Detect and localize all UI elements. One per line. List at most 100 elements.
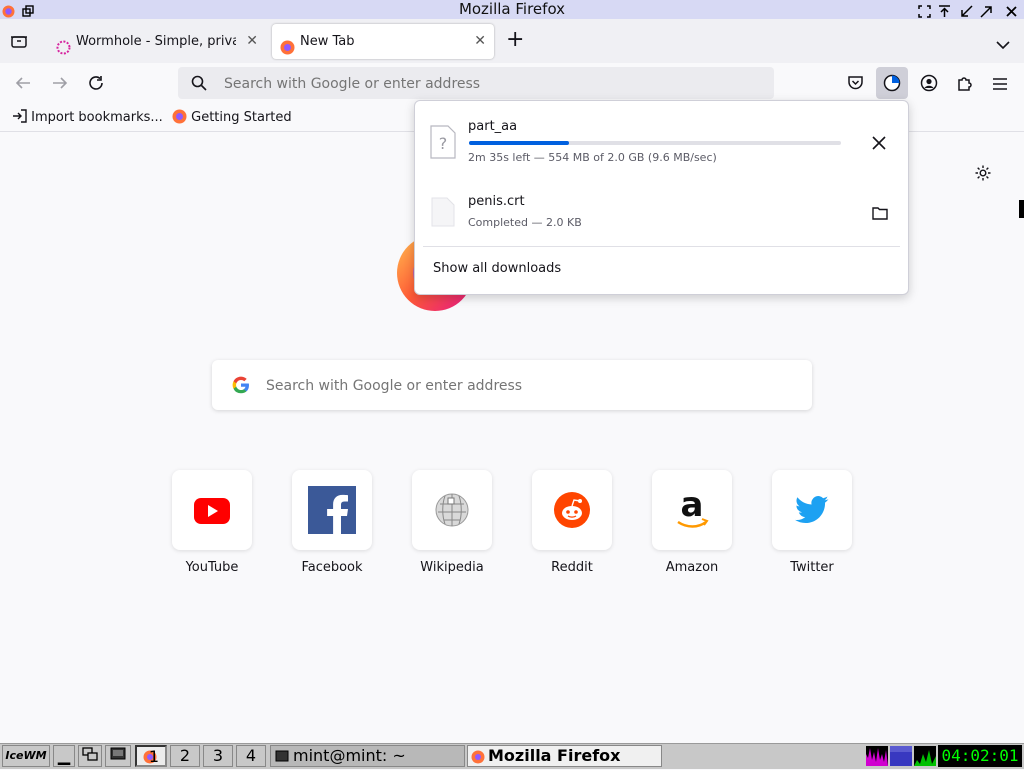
firefox-taskbar-icon (471, 749, 485, 769)
file-icon (431, 197, 455, 231)
svg-text:a: a (681, 488, 704, 525)
top-site-label: Amazon (665, 560, 719, 575)
top-site-youtube[interactable] (172, 470, 252, 550)
youtube-icon (194, 498, 230, 528)
download-item-penis-crt[interactable]: penis.crt Completed — 2.0 KB (421, 181, 901, 243)
tab-label: New Tab (300, 34, 355, 49)
tab-wormhole[interactable]: Wormhole - Simple, privat ✕ (48, 24, 266, 59)
show-all-downloads-button[interactable]: Show all downloads (433, 261, 561, 276)
downloads-progress-icon (883, 74, 901, 96)
settings-gear-icon[interactable] (974, 164, 992, 186)
panel-divider (423, 246, 900, 247)
url-bar[interactable] (178, 67, 774, 99)
download-filename: penis.crt (468, 194, 525, 209)
twitter-icon (795, 495, 829, 529)
top-site-label: YouTube (185, 560, 239, 575)
window-list-icon (82, 746, 98, 765)
top-site-facebook[interactable] (292, 470, 372, 550)
import-bookmarks-label: Import bookmarks... (31, 110, 163, 125)
facebook-icon (308, 486, 356, 538)
amazon-icon: a (672, 485, 712, 536)
cancel-download-icon[interactable] (872, 135, 886, 154)
raise-window-icon[interactable] (938, 3, 951, 17)
window-titlebar: Mozilla Firefox (0, 0, 1024, 19)
import-icon (12, 109, 31, 127)
top-site-amazon[interactable]: a (652, 470, 732, 550)
download-filename: part_aa (468, 119, 518, 134)
clock: 04:02:01 (938, 745, 1022, 767)
top-site-wikipedia[interactable] (412, 470, 492, 550)
menu-hamburger-icon[interactable] (992, 76, 1008, 95)
forward-arrow-icon[interactable] (51, 74, 69, 96)
downloads-button[interactable] (876, 67, 908, 99)
task-firefox[interactable]: Mozilla Firefox (467, 745, 662, 767)
task-label: Mozilla Firefox (488, 746, 621, 765)
workspace-3-button[interactable]: 3 (203, 745, 233, 767)
wikipedia-icon (434, 492, 470, 532)
open-folder-icon[interactable] (872, 205, 888, 224)
tab-close-icon[interactable]: ✕ (246, 24, 258, 59)
text-cursor (1019, 200, 1024, 218)
network-monitor-graph (914, 746, 936, 766)
terminal-icon (110, 746, 126, 765)
memory-monitor-graph (890, 746, 912, 766)
task-terminal[interactable]: mint@mint: ~ (270, 745, 465, 767)
import-bookmarks-item[interactable]: Import bookmarks... (12, 109, 163, 127)
workspace-label: 2 (179, 746, 191, 765)
terminal-icon (275, 749, 289, 769)
window-title: Mozilla Firefox (458, 0, 566, 18)
getting-started-label: Getting Started (191, 110, 292, 125)
close-window-icon[interactable] (1005, 3, 1018, 17)
download-progress-fill (469, 141, 570, 145)
download-item-part-aa[interactable]: ? part_aa 2m 35s left — 554 MB of 2.0 GB… (421, 109, 901, 179)
account-icon[interactable] (920, 74, 938, 96)
top-site-label: Reddit (551, 560, 593, 575)
show-desktop-button[interactable]: ▁ (53, 745, 75, 767)
start-menu-button[interactable]: IceWM (2, 745, 50, 767)
terminal-launcher-button[interactable] (105, 745, 131, 767)
new-tab-plus-icon[interactable]: + (506, 29, 524, 51)
reload-icon[interactable] (87, 74, 105, 96)
download-progress-bar (469, 141, 841, 145)
task-label: mint@mint: ~ (293, 746, 406, 765)
top-site-twitter[interactable] (772, 470, 852, 550)
firefox-favicon-icon (172, 109, 191, 128)
top-site-label: Facebook (301, 560, 363, 575)
maximize-window-icon[interactable] (980, 3, 993, 18)
download-status: Completed — 2.0 KB (468, 216, 582, 229)
url-input[interactable] (222, 73, 746, 95)
workspace-4-button[interactable]: 4 (236, 745, 266, 767)
back-arrow-icon[interactable] (14, 74, 32, 96)
search-icon (191, 75, 207, 95)
top-site-reddit[interactable] (532, 470, 612, 550)
google-g-icon (231, 375, 251, 399)
minimize-window-icon[interactable] (960, 3, 973, 17)
getting-started-bookmark[interactable]: Getting Started (172, 109, 292, 128)
fullscreen-icon[interactable] (918, 3, 931, 18)
workspace-label: 3 (212, 746, 224, 765)
top-site-label: Wikipedia (420, 560, 484, 575)
tab-new-tab[interactable]: New Tab ✕ (272, 24, 494, 59)
downloads-panel: ? part_aa 2m 35s left — 554 MB of 2.0 GB… (414, 100, 909, 295)
minimize-all-icon: ▁ (57, 746, 71, 765)
workspace-1-button[interactable]: 1 (135, 745, 167, 767)
newtab-search-input[interactable] (264, 375, 788, 397)
workspace-label: 1 (148, 747, 160, 766)
workspace-label: 4 (245, 746, 257, 765)
workspace-2-button[interactable]: 2 (170, 745, 200, 767)
reddit-icon (554, 492, 590, 532)
taskbar: IceWM ▁ 1 2 3 4 mint@mint: ~ Mozilla Fir… (0, 743, 1024, 770)
pocket-icon[interactable] (847, 74, 864, 95)
top-site-label: Twitter (790, 560, 834, 575)
tab-close-icon[interactable]: ✕ (474, 24, 486, 59)
download-status: 2m 35s left — 554 MB of 2.0 GB (9.6 MB/s… (468, 151, 717, 164)
extensions-puzzle-icon[interactable] (956, 74, 974, 96)
unknown-file-icon: ? (429, 125, 457, 163)
cpu-monitor-graph (866, 746, 888, 770)
list-all-tabs-chevron-icon[interactable] (996, 35, 1010, 54)
newtab-search-box[interactable] (212, 360, 812, 410)
tab-label: Wormhole - Simple, privat (76, 34, 236, 49)
firefox-view-icon[interactable] (10, 33, 28, 53)
icewm-logo: IceWM (5, 749, 47, 762)
window-list-button[interactable] (78, 745, 102, 767)
